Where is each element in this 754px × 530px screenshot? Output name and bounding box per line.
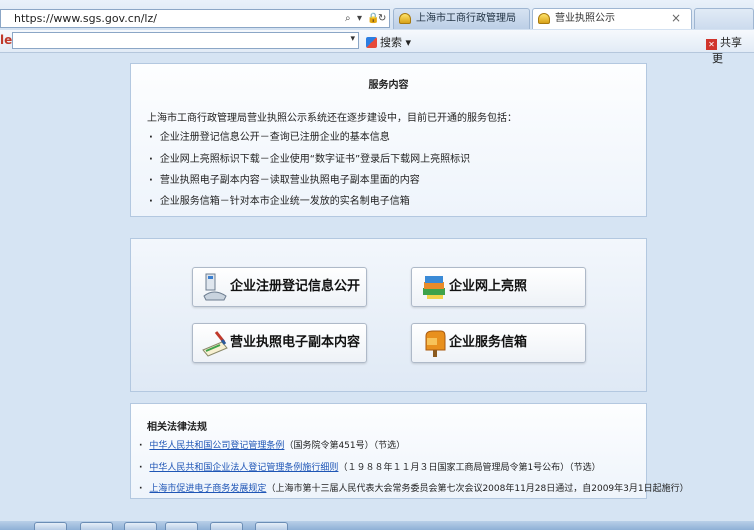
laws-title: 相关法律法规 [147, 422, 207, 433]
services-intro: 上海市工商行政管理局营业执照公示系统还在逐步建设中，目前已开通的服务包括： [147, 113, 517, 124]
law-link[interactable]: 上海市促进电子商务发展规定 [149, 484, 266, 494]
button-label: 企业网上亮照 [449, 279, 528, 294]
online-license-button[interactable]: 企业网上亮照 [411, 267, 586, 307]
law-item: · 中华人民共和国企业法人登记管理条例施行细则（１９８８年１１月３日国家工商局管理… [139, 463, 601, 473]
button-label: 企业服务信箱 [449, 335, 528, 350]
service-item: · 企业网上亮照标识下载－企业使用“数字证书”登录后下载网上亮照标识 [149, 154, 471, 165]
books-icon [423, 276, 445, 299]
taskbar-button[interactable] [165, 522, 198, 530]
share-button[interactable]: ✕ 共享 更 [706, 34, 754, 66]
law-link[interactable]: 中华人民共和国企业法人登记管理条例施行细则 [149, 463, 338, 473]
tab-close-icon[interactable]: × [671, 9, 681, 28]
e-license-content-button[interactable]: 营业执照电子副本内容 [192, 323, 367, 363]
law-item: · 上海市促进电子商务发展规定（上海市第十三届人民代表大会常务委员会第七次会议20… [139, 484, 689, 494]
service-item: · 企业注册登记信息公开－查询已注册企业的基本信息 [149, 132, 390, 143]
taskbar [0, 521, 754, 530]
search-icon[interactable]: ⌕ [345, 10, 351, 27]
taskbar-button[interactable] [80, 522, 113, 530]
tab-license-publicity[interactable]: 营业执照公示 × [532, 8, 692, 29]
share-label: 共享 [720, 36, 742, 49]
tab-label: 营业执照公示 [555, 13, 615, 24]
taskbar-button[interactable] [210, 522, 243, 530]
law-link[interactable]: 中华人民共和国公司登记管理条例 [149, 441, 284, 451]
more-label[interactable]: 更 [712, 52, 723, 65]
service-item: · 营业执照电子副本内容－读取营业执照电子副本里面的内容 [149, 175, 420, 186]
law-note: （上海市第十三届人民代表大会常务委员会第七次会议2008年11月28日通过，自2… [266, 484, 689, 494]
tab-sgs-home[interactable]: 上海市工商行政管理局 [393, 8, 530, 29]
button-label: 营业执照电子副本内容 [230, 335, 361, 350]
address-bar[interactable]: https://www.sgs.gov.cn/lz/ ⌕ ▾ 🔒 ↻ [0, 9, 390, 28]
law-item: · 中华人民共和国公司登记管理条例（国务院令第451号）（节选） [139, 441, 406, 451]
taskbar-button[interactable] [124, 522, 157, 530]
search-engine-logo: le [0, 33, 13, 47]
search-button-label: 搜索 [380, 36, 402, 49]
site-favicon-icon [538, 13, 550, 24]
registration-info-button[interactable]: 企业注册登记信息公开 [192, 267, 367, 307]
tab-label: 上海市工商行政管理局 [416, 13, 516, 24]
services-title: 服务内容 [368, 80, 409, 91]
refresh-icon[interactable]: ↻ [378, 10, 386, 27]
law-note: （国务院令第451号）（节选） [284, 441, 406, 451]
search-engine-icon [366, 37, 377, 48]
law-note: （１９８８年１１月３日国家工商局管理局令第1号公布）（节选） [338, 463, 601, 473]
toolbar-search-input[interactable]: ▾ [12, 32, 359, 49]
certificate-pen-icon [202, 331, 228, 357]
mailbox-icon [425, 330, 446, 357]
dropdown-icon[interactable]: ▾ [357, 10, 362, 27]
site-favicon-icon [399, 13, 411, 24]
address-url: https://www.sgs.gov.cn/lz/ [14, 12, 157, 25]
quick-access-panel: 企业注册登记信息公开 企业网上亮照 营业执照电子副本内容 企业服务信箱 [130, 238, 647, 392]
service-item: · 企业服务信箱－针对本市企业统一发放的实名制电子信箱 [149, 196, 410, 207]
services-panel: 服务内容 上海市工商行政管理局营业执照公示系统还在逐步建设中，目前已开通的服务包… [130, 63, 647, 217]
share-icon: ✕ [706, 39, 717, 50]
button-label: 企业注册登记信息公开 [230, 279, 361, 294]
browser-toolbar: https://www.sgs.gov.cn/lz/ ⌕ ▾ 🔒 ↻ 上海市工商… [0, 0, 754, 31]
laws-panel: 相关法律法规 · 中华人民共和国公司登记管理条例（国务院令第451号）（节选） ·… [130, 403, 689, 499]
search-toolbar: le ▾ 搜索 ▾ ✕ 共享 更 [0, 30, 754, 65]
taskbar-button[interactable] [34, 522, 67, 530]
computer-icon [203, 273, 227, 301]
toolbar-search-button[interactable]: 搜索 ▾ [366, 34, 411, 50]
taskbar-button[interactable] [255, 522, 288, 530]
service-mailbox-button[interactable]: 企业服务信箱 [411, 323, 586, 363]
new-tab-button[interactable] [694, 8, 754, 29]
chevron-down-icon[interactable]: ▾ [350, 34, 355, 44]
